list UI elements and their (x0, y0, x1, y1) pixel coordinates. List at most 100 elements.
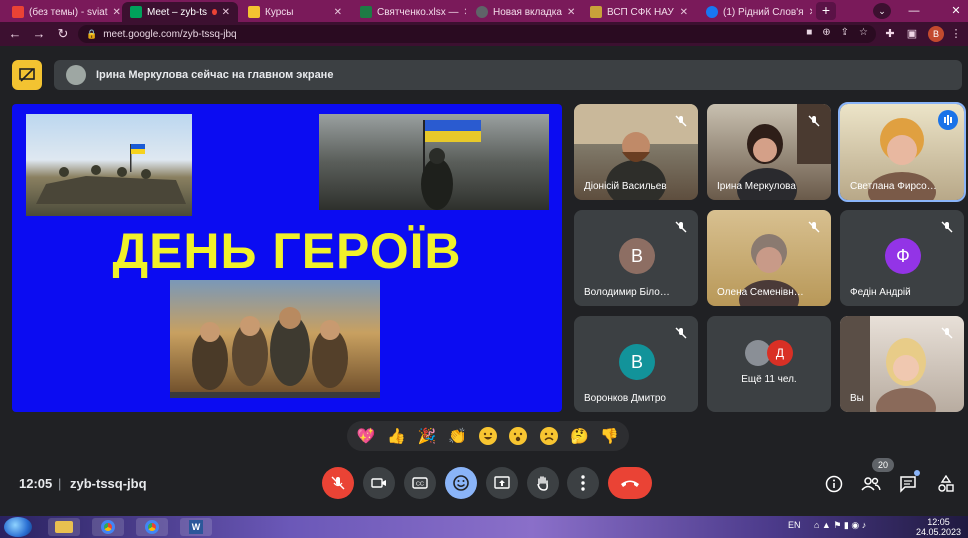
participant-tile[interactable]: Ірина Меркулова (707, 104, 831, 200)
soldier-with-flag-image (319, 114, 549, 210)
historic-heroes-image (170, 280, 380, 398)
participant-name: Воронков Дмитро (584, 393, 666, 404)
start-button[interactable] (4, 517, 32, 537)
mic-toggle-button[interactable] (322, 467, 354, 499)
presenter-text: Ірина Меркулова сейчас на главном экране (96, 69, 334, 81)
tray-icons[interactable]: ⌂ ▲ ⚑ ▮ ◉ ♪ (814, 520, 866, 531)
close-icon[interactable]: ✕ (567, 7, 575, 18)
taskbar-clock[interactable]: 12:05 24.05.2023 (916, 517, 961, 537)
tab-search-button[interactable]: ⌄ (873, 3, 891, 19)
meet-window: Ірина Меркулова сейчас на главном экране (0, 46, 968, 516)
mic-off-icon (331, 476, 345, 490)
leave-call-button[interactable] (608, 467, 652, 499)
sad-face-icon[interactable] (538, 425, 560, 447)
hang-up-icon (621, 480, 639, 487)
activities-shapes-icon (938, 475, 954, 492)
tab-excel[interactable]: Святченко.xlsx — ✕ (352, 2, 466, 22)
minimize-icon[interactable]: — (906, 4, 922, 18)
taskbar-time: 12:05 (927, 517, 950, 527)
chat-button[interactable] (897, 470, 920, 495)
activities-button[interactable] (935, 473, 957, 495)
courses-icon (248, 6, 260, 18)
extensions-puzzle-icon[interactable]: ✚ (882, 26, 898, 42)
chrome-taskbar-icon-2[interactable] (136, 518, 168, 536)
side-panel-icon[interactable]: ▣ (904, 26, 920, 42)
mic-off-icon (808, 221, 820, 233)
mic-off-icon (808, 115, 820, 127)
tab-courses[interactable]: Курсы ✕ (240, 2, 350, 22)
profile-avatar[interactable]: B (928, 26, 944, 42)
camera-toggle-button[interactable] (363, 467, 395, 499)
reactions-bar: 💖 👍 🎉 👏 🤔 👎 (347, 421, 629, 451)
party-popper-icon[interactable]: 🎉 (416, 425, 438, 447)
thumbs-up-icon[interactable]: 👍 (386, 425, 408, 447)
tab-label: Meet – zyb-ts (147, 6, 208, 18)
shared-screen: ДЕНЬ ГЕРОЇВ (12, 104, 562, 412)
tab-label: (1) Рідний Слов'я (723, 6, 804, 18)
forward-arrow-icon[interactable]: → (30, 25, 48, 43)
thinking-face-icon[interactable]: 🤔 (568, 425, 590, 447)
meeting-code: zyb-tssq-jbq (70, 476, 147, 491)
browser-toolbar: ← → ↻ 🔒 meet.google.com/zyb-tssq-jbq ■ ⊕… (0, 22, 968, 46)
url-text: meet.google.com/zyb-tssq-jbq (103, 28, 237, 40)
participant-avatar: Ф (885, 238, 921, 274)
chrome-menu-icon[interactable]: ⋮ (948, 26, 964, 42)
tab-new[interactable]: Новая вкладка ✕ (468, 2, 580, 22)
bookmark-star-icon[interactable]: ☆ (859, 27, 868, 38)
participant-tile[interactable]: В Володимир Біло… (574, 210, 698, 306)
sparkling-heart-icon[interactable]: 💖 (355, 425, 377, 447)
participant-tile-speaking[interactable]: Светлана Фирсо… (838, 102, 966, 202)
clapping-hands-icon[interactable]: 👏 (447, 425, 469, 447)
browser-tab-strip: (без темы) - sviat ✕ Meet – zyb-ts ✕ Кур… (0, 0, 968, 22)
participant-name: Володимир Біло… (584, 287, 670, 298)
close-icon[interactable]: ✕ (464, 7, 466, 18)
camera-in-use-icon[interactable]: ■ (806, 27, 812, 38)
language-indicator[interactable]: EN (788, 520, 801, 530)
present-now-button[interactable] (486, 467, 518, 499)
participant-name: Ірина Меркулова (717, 181, 796, 192)
tab-facebook[interactable]: (1) Рідний Слов'я ✕ (698, 2, 812, 22)
soldiers-on-tank-image (26, 114, 192, 216)
close-icon[interactable]: ✕ (334, 7, 342, 18)
more-participants-avatars: Д (745, 340, 795, 366)
meeting-details-button[interactable] (823, 473, 845, 495)
surprised-face-icon[interactable] (507, 425, 529, 447)
thumbs-down-icon[interactable]: 👎 (599, 425, 621, 447)
close-icon[interactable]: ✕ (680, 7, 688, 18)
raise-hand-button[interactable] (527, 467, 559, 499)
close-window-icon[interactable]: ✕ (948, 4, 964, 18)
tears-of-joy-icon[interactable] (477, 425, 499, 447)
participant-tile[interactable]: Діонісій Васильев (574, 104, 698, 200)
tab-vsp[interactable]: ВСП СФК НАУ ✕ (582, 2, 696, 22)
presentation-icon[interactable] (12, 60, 42, 90)
address-bar[interactable]: 🔒 meet.google.com/zyb-tssq-jbq ■ ⊕ ⇪ ☆ (78, 25, 876, 43)
participant-tile[interactable]: В Воронков Дмитро (574, 316, 698, 412)
participant-tile[interactable]: Олена Семенівн… (707, 210, 831, 306)
tab-gmail[interactable]: (без темы) - sviat ✕ (4, 2, 120, 22)
reactions-button[interactable] (445, 467, 477, 499)
mic-off-icon (675, 327, 687, 339)
close-icon[interactable]: ✕ (113, 7, 120, 18)
mic-off-icon (941, 221, 953, 233)
participant-tile[interactable]: Ф Федін Андрій (840, 210, 964, 306)
close-icon[interactable]: ✕ (222, 7, 230, 18)
captions-button[interactable]: CC (404, 467, 436, 499)
reload-icon[interactable]: ↻ (54, 25, 72, 43)
zoom-icon[interactable]: ⊕ (822, 27, 830, 38)
more-participants-tile[interactable]: Д Ещё 11 чел. (707, 316, 831, 412)
facebook-icon (706, 6, 718, 18)
people-button[interactable] (860, 473, 882, 495)
tab-label: Новая вкладка (493, 6, 562, 18)
close-icon[interactable]: ✕ (809, 7, 812, 18)
word-taskbar-icon[interactable]: W (180, 518, 212, 536)
more-options-button[interactable] (567, 467, 599, 499)
tab-meet[interactable]: Meet – zyb-ts ✕ (122, 2, 238, 22)
meeting-clock: 12:05 (19, 476, 53, 491)
back-arrow-icon[interactable]: ← (6, 25, 24, 43)
new-tab-button[interactable]: + (816, 2, 836, 20)
self-tile[interactable]: Вы (840, 316, 964, 412)
file-explorer-icon[interactable] (48, 518, 80, 536)
chrome-taskbar-icon[interactable] (92, 518, 124, 536)
omnibox-actions: ■ ⊕ ⇪ ☆ (806, 27, 868, 38)
share-icon[interactable]: ⇪ (841, 27, 849, 38)
